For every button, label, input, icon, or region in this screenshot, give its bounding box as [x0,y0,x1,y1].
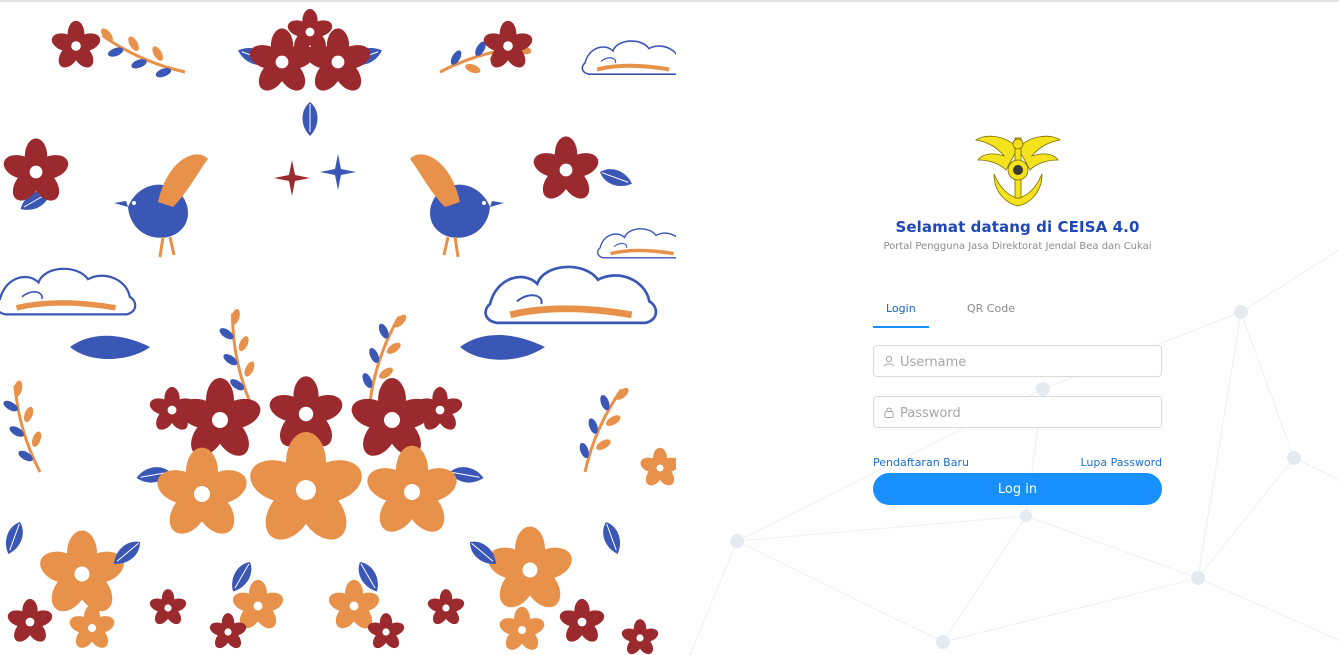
batik-illustration [0,2,676,655]
register-link[interactable]: Pendaftaran Baru [873,456,969,469]
tab-login[interactable]: Login [886,302,916,315]
welcome-subtitle: Portal Pengguna Jasa Direktorat Jendal B… [883,241,1152,252]
forgot-password-link[interactable]: Lupa Password [1080,456,1162,469]
active-tab-indicator [873,326,929,328]
password-input[interactable] [898,397,1157,429]
password-field [873,396,1162,429]
welcome-title: Selamat datang di CEISA 4.0 [895,218,1140,236]
auth-links: Pendaftaran Baru Lupa Password [873,456,1162,472]
user-icon [884,355,894,367]
login-panel: Selamat datang di CEISA 4.0 Portal Pengg… [873,130,1162,505]
login-button[interactable]: Log in [873,473,1162,505]
tab-qr-code[interactable]: QR Code [967,302,1015,315]
login-tabs: Login QR Code [873,302,1162,328]
customs-emblem-icon [974,135,1061,207]
username-input[interactable] [898,346,1157,378]
lock-icon [884,407,894,418]
username-field [873,345,1162,378]
